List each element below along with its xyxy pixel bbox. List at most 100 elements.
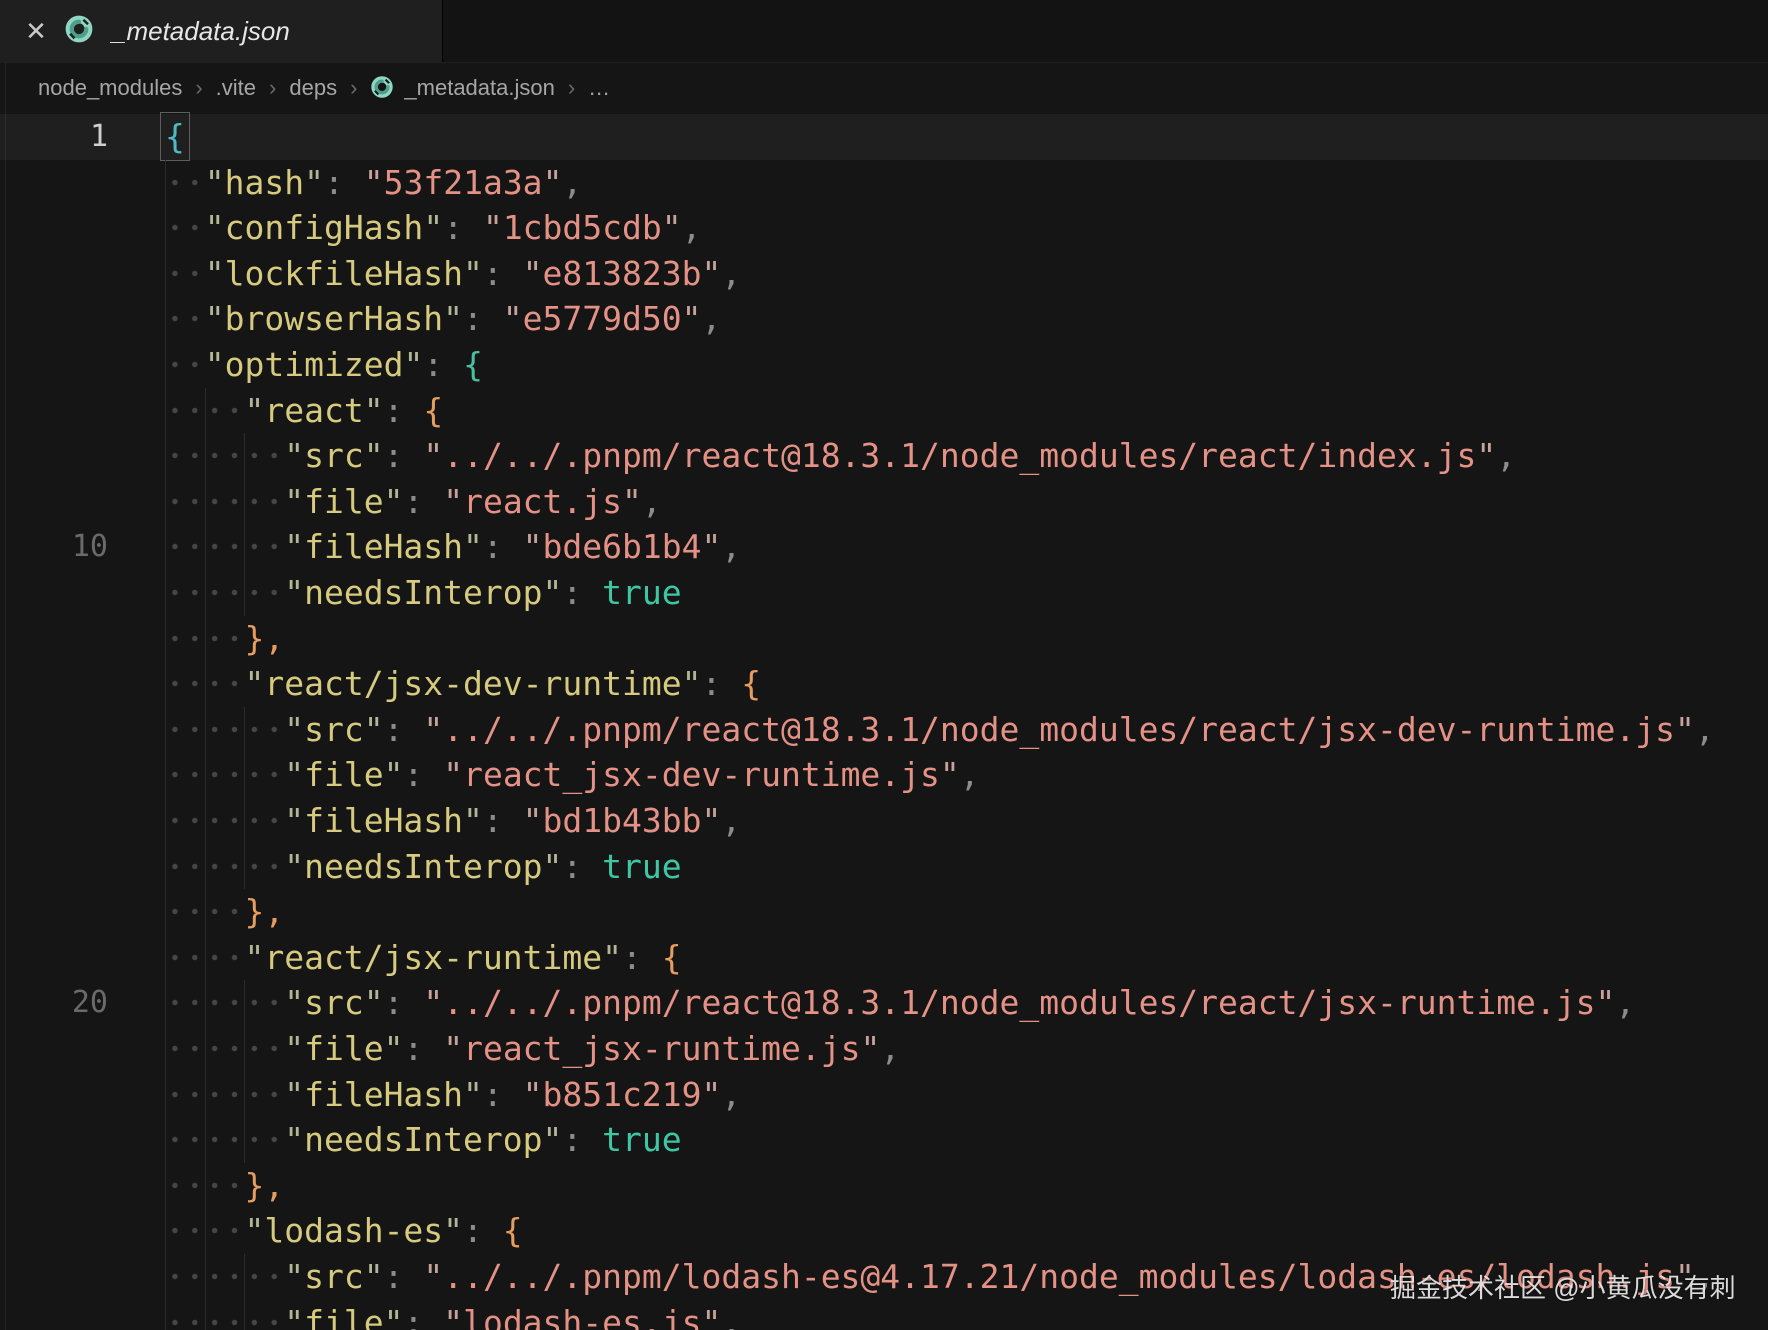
line-number: 10 — [71, 529, 108, 565]
breadcrumb-separator-icon: › — [195, 75, 203, 100]
code-line[interactable]: "hash": "53f21a3a", — [0, 159, 1768, 206]
indent-guide — [204, 478, 206, 525]
indent-guide — [165, 342, 166, 388]
tab-title: _metadata.json — [112, 15, 290, 46]
indent-guide — [204, 1117, 206, 1163]
indent-guide — [165, 1299, 166, 1330]
indent-guide — [165, 752, 166, 798]
indent-guide — [244, 980, 246, 1026]
breadcrumb-item-deps[interactable]: deps — [289, 75, 337, 101]
indent-guide — [204, 570, 206, 616]
indent-guide — [244, 752, 246, 798]
code-editor[interactable]: 1{ "hash": "53f21a3a", "configHash": "1c… — [0, 112, 1768, 1330]
line-number: 20 — [71, 985, 108, 1021]
indent-guide — [204, 706, 206, 753]
indent-guide — [204, 1071, 206, 1118]
indent-guide — [204, 1208, 206, 1254]
code-line[interactable]: "src": "../../.pnpm/react@18.3.1/node_mo… — [0, 433, 1768, 479]
code-line[interactable]: 10 "fileHash": "bde6b1b4", — [0, 524, 1768, 570]
code-line[interactable]: "file": "react_jsx-runtime.js", — [0, 1026, 1768, 1072]
indent-guide — [204, 433, 206, 479]
indent-guide — [244, 1299, 246, 1330]
code-line[interactable]: "needsInterop": true — [0, 570, 1768, 616]
watermark-text: 掘金技术社区 @小黄瓜没有刺 — [1390, 1273, 1736, 1303]
indent-guide — [165, 1117, 166, 1163]
indent-guide — [165, 433, 166, 479]
code-line[interactable]: "lodash-es": { — [0, 1208, 1768, 1254]
indent-guide — [204, 1026, 206, 1072]
tab-metadata-json[interactable]: ✕ _metadata.json — [0, 0, 443, 62]
vite-deps-file-icon — [64, 14, 94, 49]
code-line[interactable]: "configHash": "1cbd5cdb", — [0, 205, 1768, 251]
code-line[interactable]: "react": { — [0, 387, 1768, 434]
editor-window: ✕ _metadata.json node_modules › .vite › deps… — [0, 0, 1768, 1330]
code-line[interactable]: 20 "src": "../../.pnpm/react@18.3.1/node… — [0, 980, 1768, 1026]
indent-guide — [244, 1071, 246, 1118]
breadcrumb-separator-icon: › — [350, 75, 358, 100]
indent-guide — [165, 387, 166, 434]
indent-guide — [244, 1117, 246, 1163]
indent-guide — [204, 934, 206, 981]
indent-guide — [204, 615, 206, 662]
indent-guide — [165, 934, 166, 981]
indent-guide — [204, 843, 206, 890]
indent-guide — [165, 1254, 166, 1300]
indent-guide — [165, 706, 166, 753]
indent-guide — [204, 661, 206, 707]
breadcrumb-item--[interactable]: … — [588, 75, 610, 101]
indent-guide — [165, 524, 166, 570]
indent-guide — [165, 1026, 166, 1072]
code-line[interactable]: }, — [0, 615, 1768, 662]
code-line[interactable]: }, — [0, 889, 1768, 935]
code-line[interactable]: "fileHash": "bd1b43bb", — [0, 798, 1768, 844]
indent-guide — [204, 889, 206, 935]
indent-guide — [165, 843, 166, 890]
indent-guide — [165, 570, 166, 616]
breadcrumb-separator-icon: › — [269, 75, 277, 100]
indent-guide — [244, 843, 246, 890]
code-line[interactable]: "lockfileHash": "e813823b", — [0, 250, 1768, 297]
indent-guide — [244, 798, 246, 844]
indent-guide — [165, 296, 166, 342]
code-line[interactable]: "needsInterop": true — [0, 1117, 1768, 1163]
indent-guide — [165, 1162, 166, 1209]
line-number: 1 — [89, 119, 108, 154]
breadcrumb-separator-icon: › — [567, 75, 576, 100]
code-line[interactable]: "src": "../../.pnpm/react@18.3.1/node_mo… — [0, 706, 1768, 753]
code-line[interactable]: "fileHash": "b851c219", — [0, 1071, 1768, 1118]
breadcrumb-item--metadata-json[interactable]: _metadata.json — [404, 75, 554, 101]
indent-guide — [244, 706, 246, 753]
indent-guide — [165, 980, 166, 1026]
code-line[interactable]: "needsInterop": true — [0, 843, 1768, 890]
breadcrumb-item-node-modules[interactable]: node_modules — [38, 75, 182, 101]
indent-guide — [165, 615, 166, 662]
indent-guide — [244, 570, 246, 616]
indent-guide — [165, 1208, 166, 1254]
breadcrumb-item--vite[interactable]: .vite — [216, 75, 256, 101]
indent-guide — [244, 478, 246, 525]
indent-guide — [165, 1071, 166, 1118]
indent-guide — [244, 433, 246, 479]
indent-guide — [165, 889, 166, 935]
indent-guide — [244, 524, 246, 570]
code-line[interactable]: 1{ — [0, 112, 1768, 161]
code-line[interactable]: "browserHash": "e5779d50", — [0, 296, 1768, 342]
indent-guide — [165, 478, 166, 525]
code-line[interactable]: "react/jsx-dev-runtime": { — [0, 661, 1768, 707]
indent-guide — [204, 980, 206, 1026]
indent-guide — [204, 1299, 206, 1330]
close-icon[interactable]: ✕ — [24, 18, 48, 44]
indent-guide — [204, 752, 206, 798]
code-line[interactable]: "file": "react.js", — [0, 478, 1768, 525]
indent-guide — [204, 798, 206, 844]
indent-guide — [204, 524, 206, 570]
vite-deps-file-icon — [370, 75, 394, 105]
indent-guide — [204, 1162, 206, 1209]
indent-guide — [204, 1254, 206, 1300]
code-line[interactable]: "react/jsx-runtime": { — [0, 934, 1768, 981]
code-line[interactable]: "optimized": { — [0, 342, 1768, 388]
code-line[interactable]: }, — [0, 1162, 1768, 1209]
indent-guide — [204, 387, 206, 434]
code-line[interactable]: "file": "react_jsx-dev-runtime.js", — [0, 752, 1768, 798]
breadcrumb: node_modules › .vite › deps › _metadata.json › … — [0, 62, 1768, 114]
